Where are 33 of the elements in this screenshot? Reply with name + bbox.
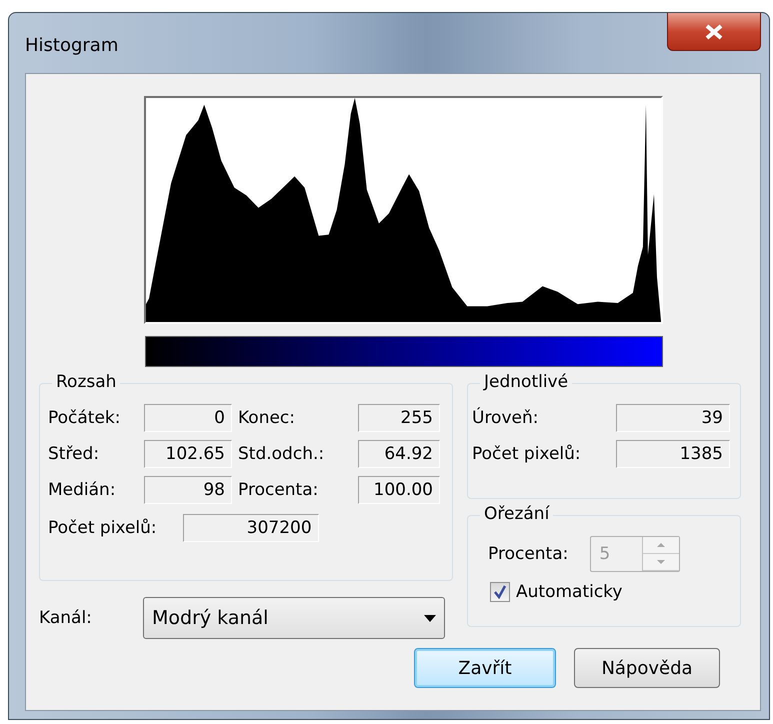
value-field: 64.92	[358, 440, 440, 468]
value-field: 255	[358, 404, 440, 432]
up-arrow-icon	[657, 543, 666, 547]
field-label: Konec:	[238, 408, 296, 428]
value-field: 102.65	[144, 440, 232, 468]
group-title: Jednotlivé	[480, 372, 572, 392]
dropdown-arrow-icon	[424, 614, 436, 622]
field-label: Počet pixelů:	[48, 518, 157, 538]
field-label: Střed:	[48, 444, 100, 464]
field-label: Procenta:	[488, 544, 568, 564]
dialog-button[interactable]: Nápověda	[574, 648, 720, 688]
field-label: Úroveň:	[472, 408, 540, 428]
value-field: 100.00	[358, 476, 440, 504]
close-icon	[705, 24, 723, 40]
value-field: 307200	[182, 514, 319, 542]
value-field: 1385	[616, 440, 730, 468]
checkbox[interactable]	[490, 582, 510, 602]
value-field: 98	[144, 476, 232, 504]
field-label: Medián:	[48, 480, 117, 500]
field-label: Počet pixelů:	[472, 444, 582, 464]
channel-dropdown[interactable]: Modrý kanál	[143, 597, 445, 639]
field-label: Počátek:	[48, 408, 122, 428]
value-field: 0	[144, 404, 232, 432]
field-label: Procenta:	[238, 480, 320, 500]
check-icon	[493, 585, 507, 599]
value-field: 39	[616, 404, 730, 432]
close-button[interactable]	[667, 13, 761, 51]
field-label: Std.odch.:	[238, 444, 326, 464]
checkbox-label: Automaticky	[516, 582, 622, 602]
down-arrow-icon	[657, 560, 666, 564]
window-title: Histogram	[25, 35, 118, 56]
channel-label: Kanál:	[39, 608, 92, 628]
dialog-button[interactable]: Zavřít	[414, 648, 556, 688]
